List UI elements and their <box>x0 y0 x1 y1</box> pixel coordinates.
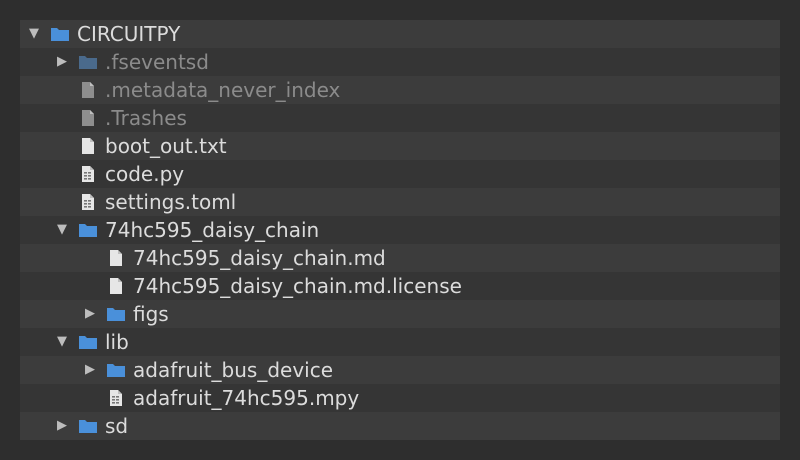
tree-row[interactable]: 74hc595_daisy_chain.md.license <box>20 272 780 300</box>
tree-row[interactable]: ▶ adafruit_bus_device <box>20 356 780 384</box>
tree-item-label: .metadata_never_index <box>105 78 341 102</box>
collapse-arrow-icon[interactable]: ▼ <box>54 328 70 356</box>
folder-icon <box>78 221 98 239</box>
tree-row[interactable]: ▼ lib <box>20 328 780 356</box>
tree-row[interactable]: ▼ 74hc595_daisy_chain <box>20 216 780 244</box>
tree-item-label: .fseventsd <box>105 50 209 74</box>
code-file-icon <box>78 165 98 183</box>
code-file-icon <box>78 193 98 211</box>
tree-row[interactable]: .Trashes <box>20 104 780 132</box>
tree-row[interactable]: settings.toml <box>20 188 780 216</box>
collapse-arrow-icon[interactable]: ▼ <box>26 20 42 48</box>
tree-item-label: 74hc595_daisy_chain <box>105 218 320 242</box>
folder-icon <box>78 417 98 435</box>
file-icon <box>78 137 98 155</box>
tree-row[interactable]: 74hc595_daisy_chain.md <box>20 244 780 272</box>
file-icon <box>106 277 126 295</box>
folder-icon <box>78 53 98 71</box>
folder-icon <box>50 25 70 43</box>
tree-item-label: lib <box>105 330 129 354</box>
tree-item-label: 74hc595_daisy_chain.md <box>133 246 386 270</box>
expand-arrow-icon[interactable]: ▶ <box>54 412 70 440</box>
file-tree: ▼ CIRCUITPY ▶ .fseventsd .metadata_never_ind… <box>20 20 780 440</box>
folder-icon <box>106 361 126 379</box>
tree-row[interactable]: boot_out.txt <box>20 132 780 160</box>
tree-item-label: .Trashes <box>105 106 187 130</box>
tree-item-label: adafruit_bus_device <box>133 358 334 382</box>
tree-item-label: figs <box>133 302 169 326</box>
tree-item-label: adafruit_74hc595.mpy <box>133 386 360 410</box>
file-icon <box>106 249 126 267</box>
tree-row[interactable]: ▶ figs <box>20 300 780 328</box>
code-file-icon <box>106 389 126 407</box>
tree-row[interactable]: adafruit_74hc595.mpy <box>20 384 780 412</box>
file-icon <box>78 81 98 99</box>
file-icon <box>78 109 98 127</box>
folder-icon <box>78 333 98 351</box>
expand-arrow-icon[interactable]: ▶ <box>82 300 98 328</box>
tree-row[interactable]: code.py <box>20 160 780 188</box>
tree-item-label: settings.toml <box>105 190 237 214</box>
tree-item-label: code.py <box>105 162 185 186</box>
tree-item-label: CIRCUITPY <box>77 22 181 46</box>
tree-row[interactable]: .metadata_never_index <box>20 76 780 104</box>
expand-arrow-icon[interactable]: ▶ <box>82 356 98 384</box>
tree-row[interactable]: ▶ sd <box>20 412 780 440</box>
tree-item-label: 74hc595_daisy_chain.md.license <box>133 274 462 298</box>
tree-row[interactable]: ▼ CIRCUITPY <box>20 20 780 48</box>
tree-row[interactable]: ▶ .fseventsd <box>20 48 780 76</box>
collapse-arrow-icon[interactable]: ▼ <box>54 216 70 244</box>
expand-arrow-icon[interactable]: ▶ <box>54 48 70 76</box>
tree-item-label: boot_out.txt <box>105 134 227 158</box>
folder-icon <box>106 305 126 323</box>
tree-item-label: sd <box>105 414 129 438</box>
